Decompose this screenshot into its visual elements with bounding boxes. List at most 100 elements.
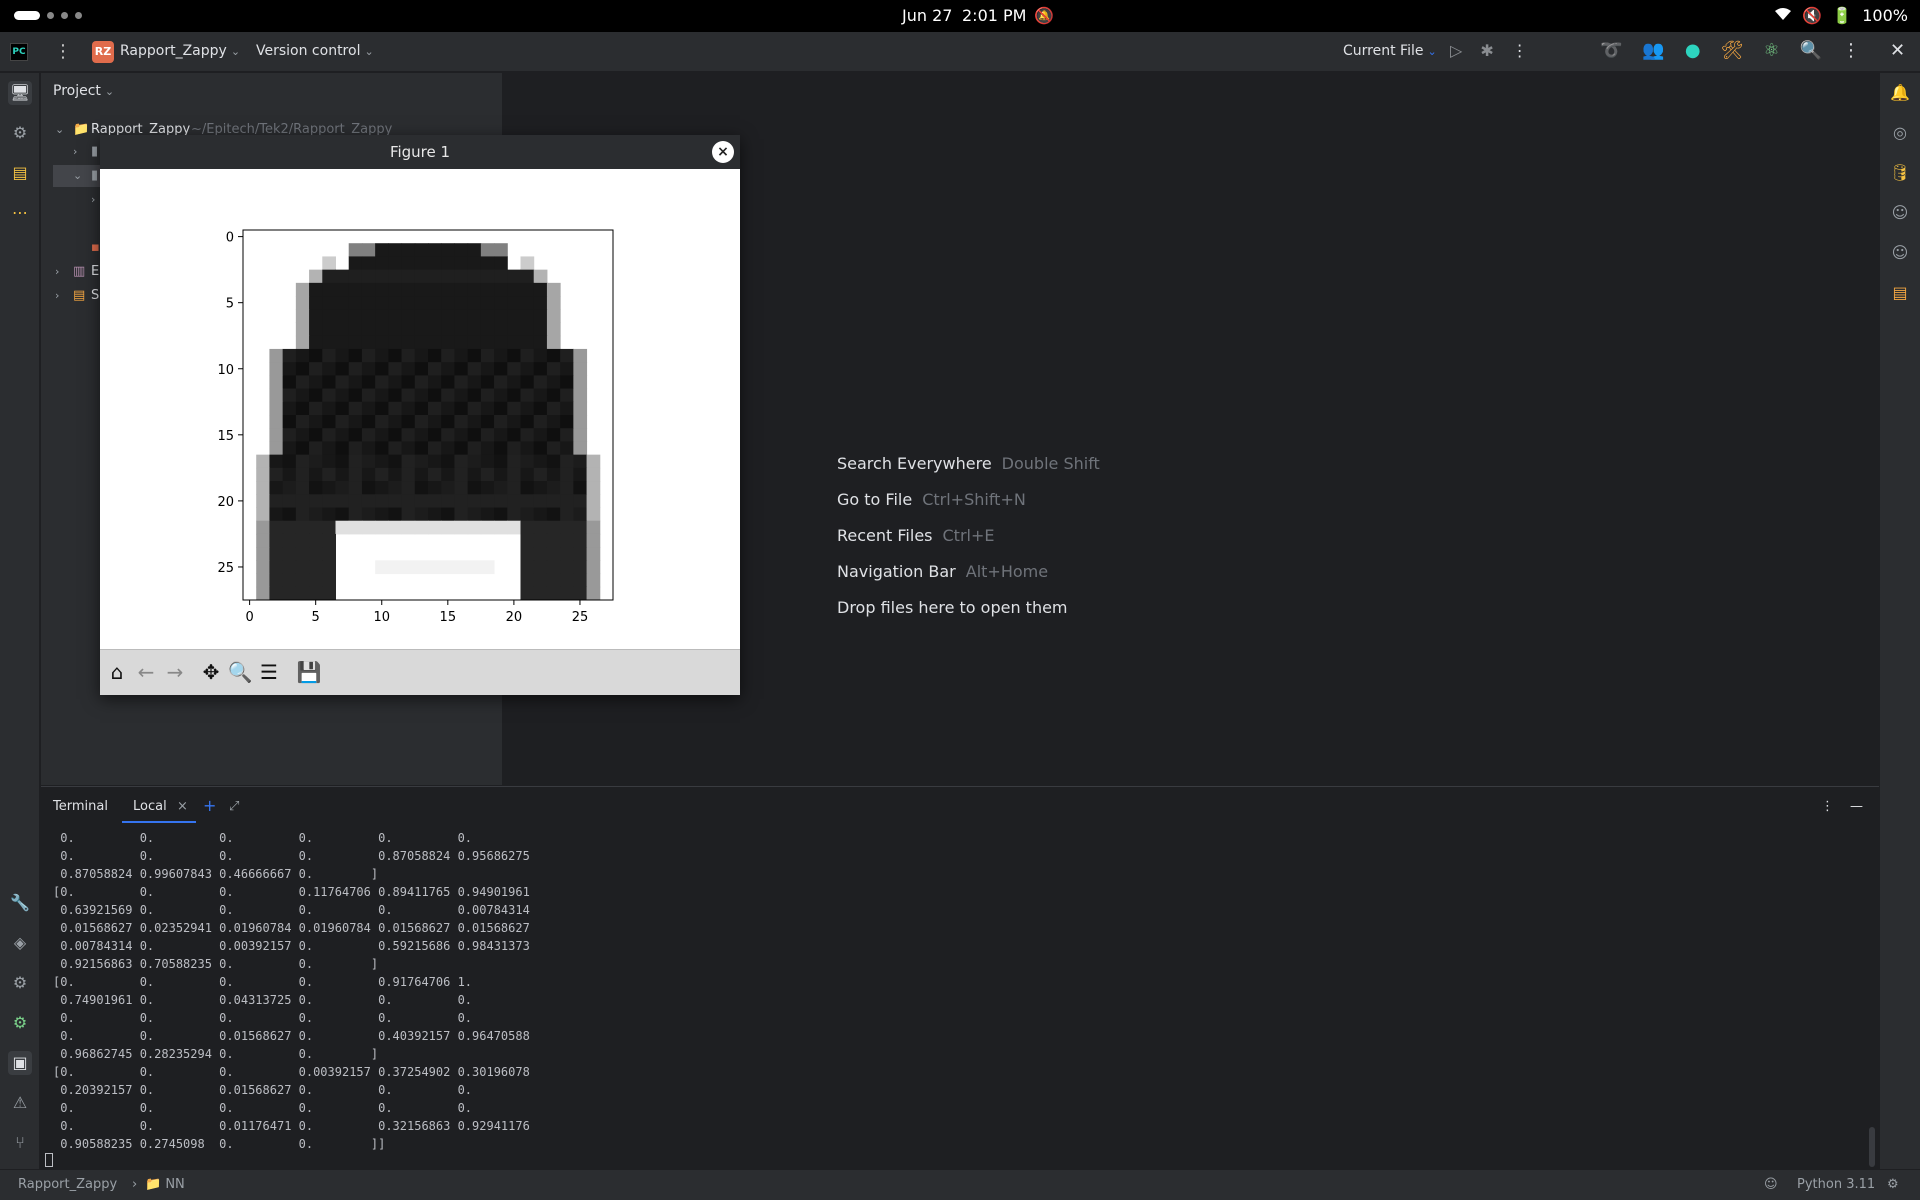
heatmap-cell xyxy=(295,573,310,588)
react-icon[interactable]: ⚛ xyxy=(1763,40,1779,61)
copilot-status-icon[interactable]: ☺ xyxy=(1764,1177,1778,1192)
chevron-right-icon[interactable]: › xyxy=(91,189,95,211)
wifi-icon[interactable] xyxy=(1774,6,1792,25)
problems-icon[interactable]: ⚠ xyxy=(8,1091,32,1115)
heatmap-cell xyxy=(494,282,508,297)
chevron-right-icon[interactable]: › xyxy=(55,261,59,283)
more-tools-icon[interactable]: ⋯ xyxy=(8,201,32,225)
build-icon[interactable]: 🔧 xyxy=(8,891,32,915)
heatmap-cell xyxy=(269,401,284,416)
forward-arrow-icon[interactable]: → xyxy=(162,659,188,685)
ai-assistant-icon[interactable]: ➰ xyxy=(1600,40,1622,61)
heatmap-cell xyxy=(467,428,482,442)
heatmap-cell xyxy=(441,256,455,271)
breadcrumb-project[interactable]: Rapport_Zappy xyxy=(18,1177,117,1192)
heatmap-cell xyxy=(388,454,403,469)
tab-local[interactable]: Local xyxy=(133,799,167,814)
welcome-hint[interactable]: Navigation Bar Alt+Home xyxy=(837,562,1048,581)
project-badge[interactable]: RZ xyxy=(92,41,114,63)
battery-icon[interactable]: 🔋 xyxy=(1832,6,1852,25)
status-bar: Rapport_Zappy › 📁 NN ☺ Python 3.11 ⚙ xyxy=(0,1169,1920,1200)
ai-chat-icon[interactable]: ⚙ xyxy=(8,121,32,145)
close-tab-icon[interactable]: × xyxy=(177,799,188,814)
project-name: Rapport_Zappy xyxy=(120,43,227,59)
zoom-icon[interactable]: 🔍 xyxy=(227,659,253,685)
heatmap-cell xyxy=(388,481,403,495)
heatmap-cell xyxy=(467,507,482,522)
heatmap-cell xyxy=(573,428,588,442)
system-time[interactable]: 2:01 PM xyxy=(962,6,1026,25)
plugin-status-icon[interactable]: ● xyxy=(1685,40,1701,61)
chevron-right-icon[interactable]: › xyxy=(73,141,77,163)
breadcrumb-folder[interactable]: 📁 NN xyxy=(145,1177,185,1192)
more-actions-icon[interactable]: ⋮ xyxy=(1512,41,1528,60)
run-config-selector[interactable]: Current File ⌄ xyxy=(1343,43,1437,59)
heatmap-cell xyxy=(520,507,535,522)
power-save-icon[interactable]: ⚙ xyxy=(1887,1177,1899,1192)
minimize-icon[interactable]: — xyxy=(1850,799,1863,814)
activities-indicator[interactable] xyxy=(14,11,40,20)
home-icon[interactable]: ⌂ xyxy=(104,659,130,685)
project-selector[interactable]: Rapport_Zappy ⌄ xyxy=(120,43,240,59)
figure-canvas[interactable]: 0 5 10 15 20 25 0 5 10 15 20 25 xyxy=(100,169,740,649)
copilot-chat-icon[interactable]: ☺ xyxy=(1888,241,1912,265)
database-icon[interactable]: 🛢 xyxy=(1888,161,1912,185)
project-view-icon[interactable]: 🖥 xyxy=(8,81,32,105)
new-tab-icon[interactable]: + xyxy=(203,796,216,815)
volume-muted-icon[interactable]: 🔇 xyxy=(1802,6,1822,25)
version-control-menu[interactable]: Version control ⌄ xyxy=(256,43,374,59)
debug-icon[interactable]: ✱ xyxy=(1480,41,1493,60)
heatmap-cell xyxy=(480,282,495,297)
terminal-scrollbar[interactable] xyxy=(1869,1127,1875,1167)
notifications-icon[interactable]: 🔔 xyxy=(1888,81,1912,105)
heatmap-cell xyxy=(428,388,442,403)
heatmap-cell xyxy=(560,467,574,482)
heatmap-cell xyxy=(414,362,429,376)
heatmap-cell xyxy=(295,547,310,561)
welcome-hint[interactable]: Drop files here to open them xyxy=(837,598,1068,617)
search-icon[interactable]: 🔍 xyxy=(1800,40,1822,61)
heatmap-cell xyxy=(335,348,350,363)
main-menu-icon[interactable]: ⋮ xyxy=(54,41,72,62)
python-packages-icon[interactable]: ◈ xyxy=(8,931,32,955)
run-icon[interactable]: ▷ xyxy=(1450,41,1462,60)
chevron-down-icon[interactable]: ⌄ xyxy=(73,165,82,187)
heatmap-cell xyxy=(414,507,429,522)
heatmap-cell xyxy=(348,388,363,403)
pan-icon[interactable]: ✥ xyxy=(198,659,224,685)
python-console-icon[interactable]: ⚙ xyxy=(8,1011,32,1035)
copilot-icon[interactable]: ☺ xyxy=(1888,201,1912,225)
welcome-hint[interactable]: Search Everywhere Double Shift xyxy=(837,454,1100,473)
welcome-hint[interactable]: Go to File Ctrl+Shift+N xyxy=(837,490,1026,509)
coverage-icon[interactable]: ▤ xyxy=(1888,281,1912,305)
save-icon[interactable]: 💾 xyxy=(296,659,322,685)
configure-subplots-icon[interactable]: ☰ xyxy=(256,659,282,685)
expand-icon[interactable]: ⤢ xyxy=(229,799,239,814)
close-window-icon[interactable]: ✕ xyxy=(1890,40,1905,61)
chevron-down-icon[interactable]: ⌄ xyxy=(55,119,64,141)
project-panel-title[interactable]: Project ⌄ xyxy=(53,83,114,99)
git-icon[interactable]: ⑂ xyxy=(8,1131,32,1155)
heatmap-cell xyxy=(507,348,521,363)
workspace-dot[interactable] xyxy=(75,12,82,19)
ai-assistant-panel-icon[interactable]: ◎ xyxy=(1888,121,1912,145)
settings-menu-icon[interactable]: ⋮ xyxy=(1842,40,1860,61)
interpreter-selector[interactable]: Python 3.11 xyxy=(1797,1177,1875,1192)
workspace-dot[interactable] xyxy=(47,12,54,19)
code-with-me-icon[interactable]: 👥 xyxy=(1642,40,1664,61)
workspace-dot[interactable] xyxy=(61,12,68,19)
heatmap-cell xyxy=(335,309,350,323)
back-arrow-icon[interactable]: ← xyxy=(133,659,159,685)
heatmap-cell xyxy=(348,348,363,363)
services-icon[interactable]: ⚙ xyxy=(8,971,32,995)
terminal-icon[interactable]: ▣ xyxy=(8,1051,32,1075)
welcome-hint[interactable]: Recent Files Ctrl+E xyxy=(837,526,994,545)
chevron-right-icon[interactable]: › xyxy=(55,285,59,307)
figure-title-bar[interactable]: Figure 1 × xyxy=(100,135,740,169)
terminal-output[interactable]: 0. 0. 0. 0. 0. 0. 0. 0. 0. 0. 0.87058824… xyxy=(53,829,530,1153)
system-date[interactable]: Jun 27 xyxy=(902,6,952,25)
structure-icon[interactable]: ▤ xyxy=(8,161,32,185)
build-tools-icon[interactable]: 🛠 xyxy=(1721,40,1744,61)
options-menu-icon[interactable]: ⋮ xyxy=(1821,799,1834,814)
close-icon[interactable]: × xyxy=(712,141,734,163)
